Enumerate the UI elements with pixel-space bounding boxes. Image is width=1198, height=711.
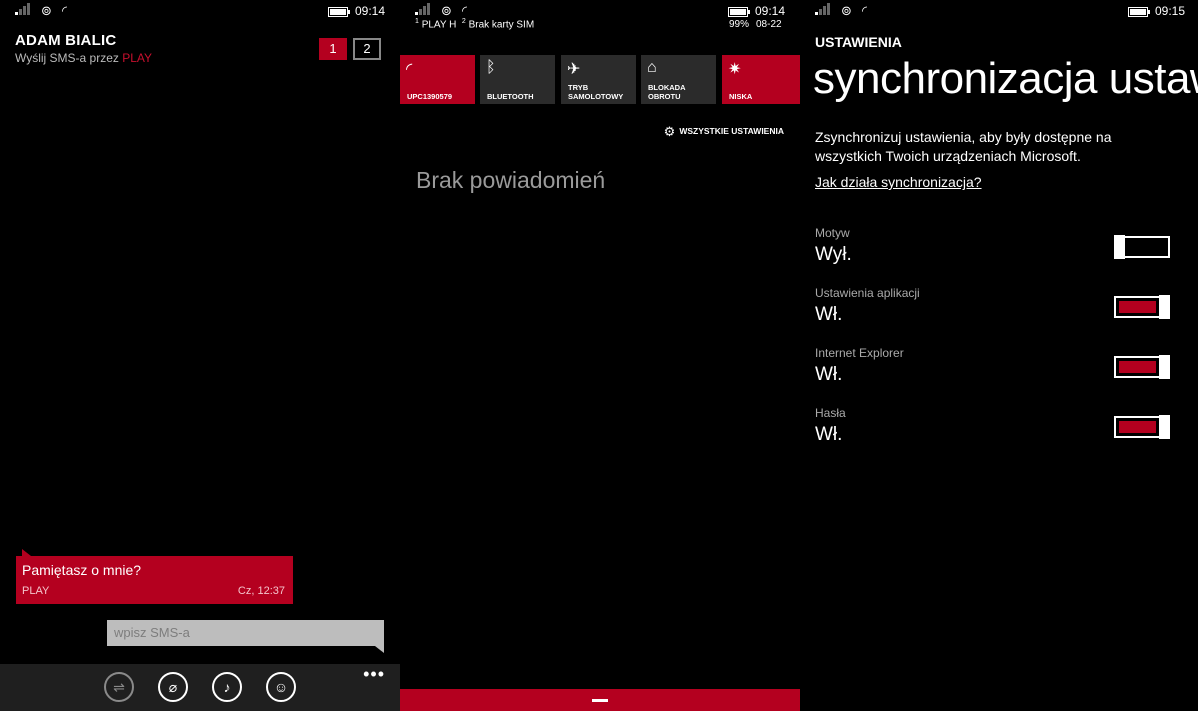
signal-icon	[815, 3, 833, 18]
theme-toggle[interactable]	[1114, 235, 1170, 259]
microphone-icon[interactable]: ♪	[212, 672, 242, 702]
wifi-icon: ◜	[62, 3, 68, 18]
setting-app-settings: Ustawienia aplikacji Wł.	[815, 286, 1185, 326]
battery-icon	[1128, 6, 1150, 20]
collapse-handle[interactable]	[400, 689, 800, 711]
tile-brightness[interactable]: ✷ NISKA	[722, 55, 800, 104]
operator-info: 1 PLAY H 2 Brak karty SIM	[415, 18, 534, 30]
app-bar: ⇌ ⌀ ♪ ☺ •••	[0, 664, 400, 711]
tile-label: UPC1390579	[407, 92, 453, 101]
message-sender: PLAY	[22, 585, 50, 597]
message-text: Pamiętasz o mnie?	[22, 562, 142, 578]
setting-theme: Motyw Wył.	[815, 226, 1185, 266]
description: Zsynchronizuj ustawienia, aby były dostę…	[815, 129, 1112, 164]
battery-icon	[328, 6, 350, 20]
sim-tab-2[interactable]: 2	[353, 38, 381, 60]
bluetooth-icon: ᛒ	[486, 59, 496, 76]
all-settings-link[interactable]: ⚙ WSZYSTKIE USTAWIENIA	[664, 124, 784, 140]
battery-percent: 99%	[729, 19, 750, 30]
status-bar: ⊚ ◜ 09:15	[800, 0, 1198, 30]
handle-bar-icon	[592, 699, 608, 702]
help-link[interactable]: Jak działa synchronizacja?	[815, 174, 982, 190]
rotation-lock-icon: ⌂	[647, 59, 657, 76]
tile-airplane-mode[interactable]: ✈ TRYB SAMOLOTOWY	[561, 55, 636, 104]
more-button[interactable]: •••	[363, 664, 385, 685]
all-settings-label: WSZYSTKIE USTAWIENIA	[679, 126, 784, 136]
tile-wifi[interactable]: ◜ UPC1390579	[400, 55, 475, 104]
sim-tab-1[interactable]: 1	[319, 38, 347, 60]
signal-icon	[415, 3, 433, 18]
app-settings-toggle[interactable]	[1114, 295, 1170, 319]
status-bar: ⊚ ◜ 09:14	[0, 0, 400, 30]
tile-label: TRYB SAMOLOTOWY	[568, 83, 624, 101]
page-title: synchronizacja ustawień	[813, 54, 1198, 103]
dual-sim-icon: ⊚	[841, 3, 852, 18]
passwords-toggle[interactable]	[1114, 415, 1170, 439]
sim1-number: 1	[415, 18, 419, 25]
battery-icon	[728, 6, 750, 20]
status-time: 09:14	[355, 4, 386, 18]
status-date: 08-22	[756, 19, 782, 30]
tile-label: BLOKADA OBROTU	[648, 83, 686, 101]
sync-settings-screen: ⊚ ◜ 09:15 USTAWIENIA synchronizacja usta…	[800, 0, 1198, 711]
sim1-operator: PLAY H	[421, 19, 457, 31]
dual-sim-icon: ⊚	[441, 3, 452, 18]
sim2-operator: Brak karty SIM	[468, 19, 535, 31]
switch-sim-icon[interactable]: ⇌	[104, 672, 134, 702]
tile-label: NISKA	[729, 92, 753, 101]
sms-input[interactable]: wpisz SMS-a	[107, 620, 384, 653]
no-notifications-text: Brak powiadomień	[416, 167, 606, 193]
section-title: USTAWIENIA	[815, 34, 902, 50]
send-via-line: Wyślij SMS-a przez PLAY	[15, 51, 152, 65]
dual-sim-icon: ⊚	[41, 3, 52, 18]
setting-internet-explorer: Internet Explorer Wł.	[815, 346, 1185, 386]
action-center-screen: ⊚ ◜ 09:14 1 PLAY H 2 Brak karty SIM 99% …	[400, 0, 800, 711]
wifi-icon: ◜	[862, 3, 868, 18]
brightness-icon: ✷	[728, 61, 742, 78]
sms-screen: ⊚ ◜ 09:14 ADAM BIALIC Wyślij SMS-a przez…	[0, 0, 400, 711]
carrier-name: PLAY	[122, 51, 153, 65]
tile-rotation-lock[interactable]: ⌂ BLOKADA OBROTU	[641, 55, 716, 104]
contact-card-icon[interactable]: ☺	[266, 672, 296, 702]
status-time: 09:14	[755, 4, 786, 18]
tile-bluetooth[interactable]: ᛒ BLUETOOTH	[480, 55, 555, 104]
gear-icon: ⚙	[663, 124, 676, 139]
internet-explorer-toggle[interactable]	[1114, 355, 1170, 379]
attach-icon[interactable]: ⌀	[158, 672, 188, 702]
wifi-icon: ◜	[406, 61, 413, 78]
send-via-label: Wyślij SMS-a przez	[15, 51, 119, 65]
contact-name[interactable]: ADAM BIALIC	[15, 32, 116, 49]
setting-passwords: Hasła Wł.	[815, 406, 1185, 446]
message-bubble[interactable]: Pamiętasz o mnie? PLAY Cz, 12:37	[16, 549, 293, 604]
tile-label: BLUETOOTH	[487, 92, 534, 101]
status-time: 09:15	[1155, 4, 1186, 18]
status-bar: ⊚ ◜ 09:14 1 PLAY H 2 Brak karty SIM 99% …	[400, 0, 800, 30]
signal-icon	[15, 3, 33, 18]
message-time: Cz, 12:37	[237, 585, 285, 597]
airplane-icon: ✈	[567, 61, 581, 78]
wifi-icon: ◜	[462, 3, 468, 18]
sim2-number: 2	[461, 18, 466, 25]
